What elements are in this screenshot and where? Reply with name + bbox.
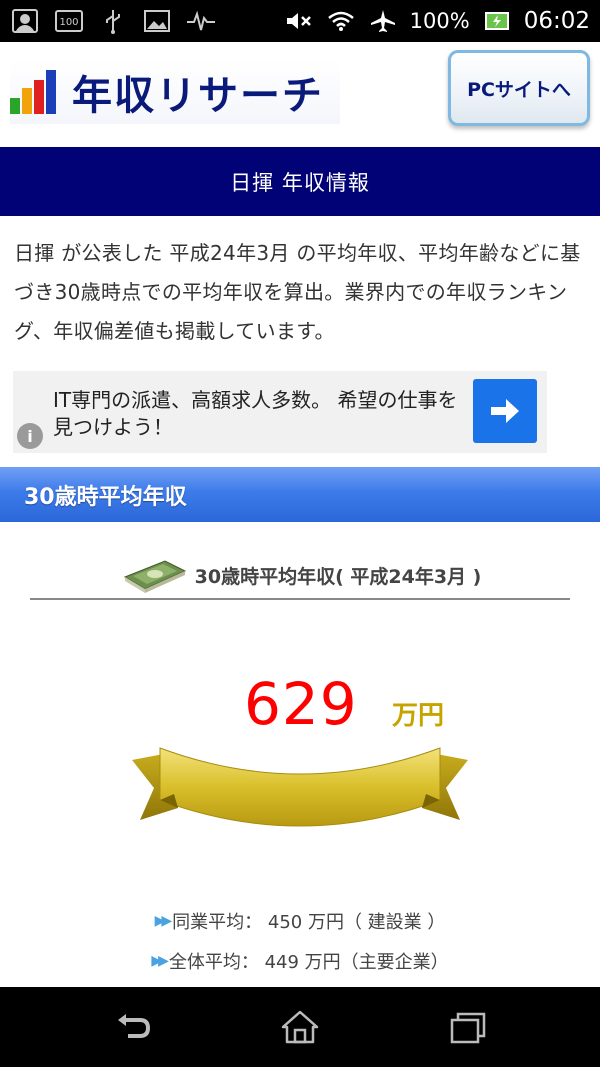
status-bar: 100 100% 06:02 xyxy=(0,0,600,42)
mute-icon xyxy=(284,7,314,35)
overall-average-label: 全体平均： 449 万円（主要企業） xyxy=(168,952,449,973)
clock: 06:02 xyxy=(523,8,590,34)
pc-site-button-label: PCサイトへ xyxy=(467,78,571,101)
average-income-value: 629 xyxy=(244,670,358,738)
site-header: 年収リサーチ PCサイトへ xyxy=(0,42,600,144)
ribbon-decoration xyxy=(130,730,470,850)
notification-100-icon: 100 xyxy=(54,7,84,35)
back-icon[interactable] xyxy=(110,1005,158,1049)
section-heading-label: 30歳時平均年収 xyxy=(24,484,187,510)
battery-charging-icon xyxy=(482,7,512,35)
industry-average-label: 同業平均： 450 万円（ 建設業 ） xyxy=(172,912,446,933)
logo-text: 年収リサーチ xyxy=(72,73,324,119)
pulse-icon xyxy=(186,7,216,35)
section-heading: 30歳時平均年収 xyxy=(0,467,600,522)
recent-apps-icon[interactable] xyxy=(444,1005,492,1049)
page-description: 日揮 が公表した 平成24年3月 の平均年収、平均年齢などに基づき30歳時点での… xyxy=(14,241,581,343)
navigation-bar xyxy=(0,987,600,1067)
section-subtitle: 30歳時平均年収( 平成24年3月 ) xyxy=(30,552,570,600)
picture-icon xyxy=(142,7,172,35)
battery-percent: 100% xyxy=(409,9,470,33)
airplane-icon xyxy=(368,7,398,35)
svg-text:100: 100 xyxy=(59,17,78,28)
pc-site-button[interactable]: PCサイトへ xyxy=(448,50,590,126)
overall-average: ▶▶ 全体平均： 449 万円（主要企業） xyxy=(0,948,600,974)
page-title: 日揮 年収情報 xyxy=(230,170,370,195)
average-income-unit: 万円 xyxy=(392,701,445,731)
logo-bars-icon xyxy=(10,70,58,114)
image-icon xyxy=(10,7,40,35)
page-title-band: 日揮 年収情報 xyxy=(0,147,600,216)
ad-banner[interactable]: IT専門の派遣、高額求人多数。 希望の仕事を見つけよう！ i xyxy=(13,371,547,453)
wifi-icon xyxy=(326,7,356,35)
home-icon[interactable] xyxy=(276,1005,324,1049)
ad-text: IT専門の派遣、高額求人多数。 希望の仕事を見つけよう！ xyxy=(53,388,458,439)
section-subtitle-label: 30歳時平均年収( 平成24年3月 ) xyxy=(194,565,482,588)
industry-average: ▶▶ 同業平均： 450 万円（ 建設業 ） xyxy=(0,908,600,934)
double-arrow-icon: ▶▶ xyxy=(154,913,172,929)
double-arrow-icon: ▶▶ xyxy=(151,953,168,969)
usb-icon xyxy=(98,7,128,35)
info-icon[interactable]: i xyxy=(17,423,43,449)
arrow-right-icon[interactable] xyxy=(473,379,537,443)
status-bar-notifications: 100 xyxy=(10,6,216,36)
status-bar-system: 100% 06:02 xyxy=(284,6,590,36)
money-stack-icon xyxy=(119,555,189,595)
site-logo[interactable]: 年収リサーチ xyxy=(10,60,340,124)
